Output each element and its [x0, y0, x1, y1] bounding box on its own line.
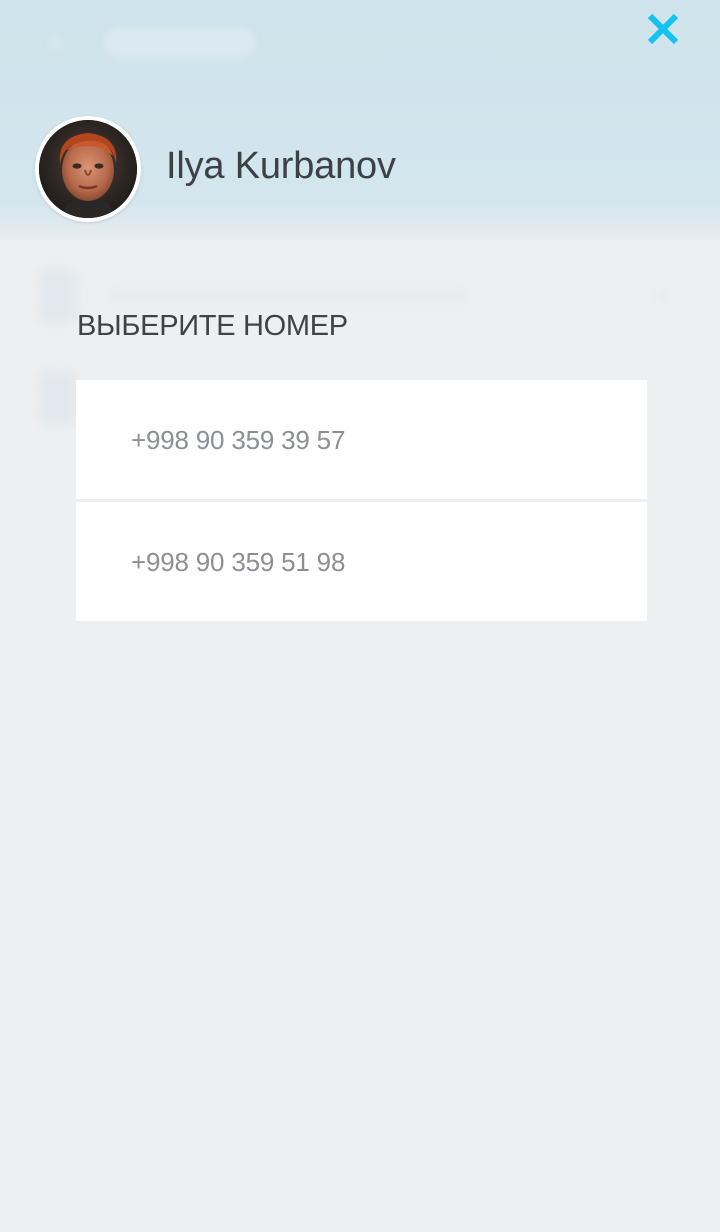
choose-number-screen: Ilya Kurbanov ВЫБЕРИТЕ НОМЕР +998 90 359… [0, 0, 720, 1232]
avatar [35, 116, 141, 222]
blurred-title-pill [104, 28, 256, 58]
close-icon [647, 13, 679, 45]
section-title: ВЫБЕРИТЕ НОМЕР [77, 310, 348, 342]
close-button[interactable] [640, 8, 686, 52]
contact-avatar-photo [39, 120, 137, 218]
phone-number-option[interactable]: +998 90 359 39 57 [76, 380, 647, 499]
phone-number-text: +998 90 359 39 57 [131, 425, 346, 455]
phone-number-text: +998 90 359 51 98 [131, 547, 346, 577]
contact-name: Ilya Kurbanov [166, 145, 396, 187]
phone-number-list: +998 90 359 39 57 +998 90 359 51 98 [76, 380, 647, 621]
blurred-back-icon [48, 36, 62, 50]
phone-number-option[interactable]: +998 90 359 51 98 [76, 502, 647, 621]
